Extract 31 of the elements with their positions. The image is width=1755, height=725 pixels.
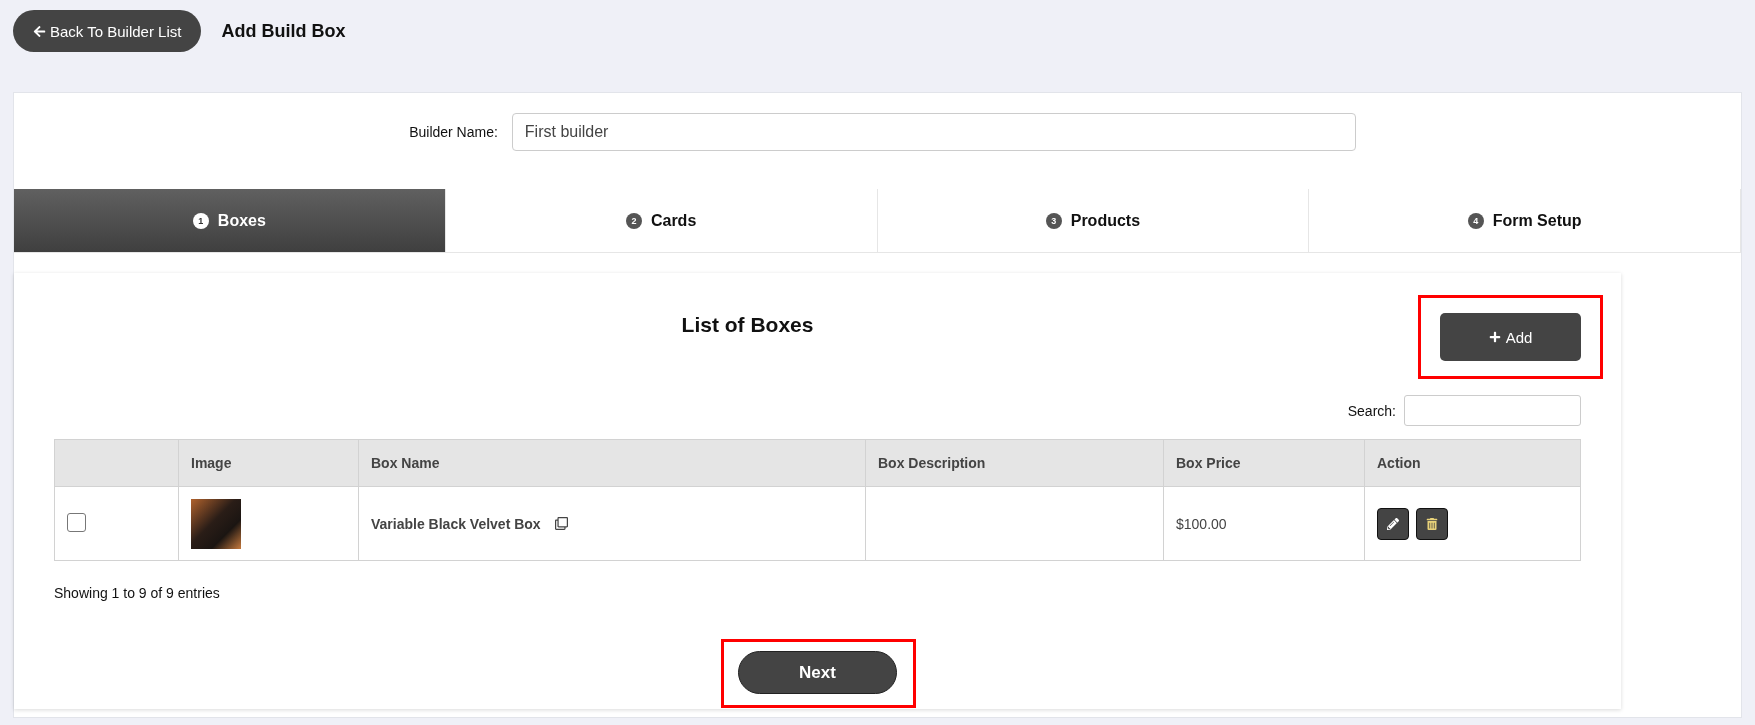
search-label: Search: bbox=[1347, 402, 1396, 419]
column-header: Box Price bbox=[1163, 439, 1365, 487]
column-header: Image bbox=[178, 439, 359, 487]
row-checkbox[interactable] bbox=[67, 512, 86, 532]
builder-name-field[interactable]: First builder bbox=[511, 113, 1356, 151]
trash-icon bbox=[1426, 517, 1438, 530]
builder-name-label: Builder Name: bbox=[409, 124, 498, 140]
delete-button[interactable] bbox=[1416, 507, 1448, 540]
box-name: Variable Black Velvet Box bbox=[371, 515, 541, 532]
list-title: List of Boxes bbox=[681, 313, 814, 338]
step-number: 3 bbox=[1045, 212, 1062, 229]
plus-icon bbox=[1488, 331, 1501, 343]
arrow-left-icon bbox=[33, 24, 46, 38]
page-title: Add Build Box bbox=[221, 20, 346, 42]
edit-button[interactable] bbox=[1377, 507, 1409, 540]
back-button[interactable]: Back To Builder List bbox=[13, 10, 202, 52]
photo-placeholder bbox=[191, 498, 241, 549]
copy-icon[interactable] bbox=[554, 517, 568, 530]
table-cell: $100.00 bbox=[1163, 486, 1365, 561]
entries-info: Showing 1 to 9 of 9 entries bbox=[54, 585, 221, 601]
step-number: 1 bbox=[192, 212, 209, 229]
step-tab[interactable]: 1 Boxes bbox=[14, 189, 446, 252]
next-button[interactable]: Next bbox=[738, 651, 897, 694]
step-number: 4 bbox=[1467, 212, 1484, 229]
pencil-icon bbox=[1387, 517, 1399, 530]
column-header: Box Name bbox=[358, 439, 866, 487]
column-header: Box Description bbox=[865, 439, 1164, 487]
search-field[interactable] bbox=[1404, 395, 1581, 426]
step-number: 2 bbox=[625, 212, 642, 229]
add-button[interactable]: Add bbox=[1440, 313, 1581, 361]
column-header: Action bbox=[1364, 439, 1581, 487]
